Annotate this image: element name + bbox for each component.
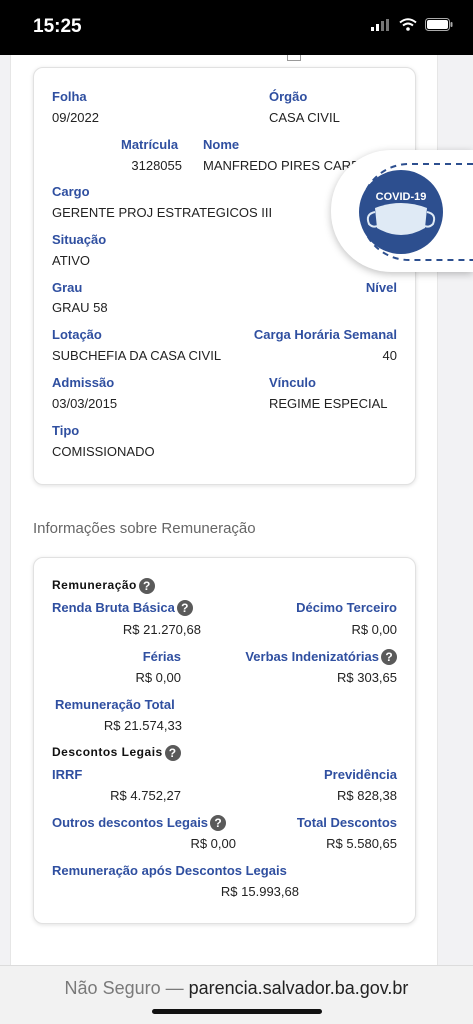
help-icon[interactable]: ? [138, 578, 155, 594]
total-descontos-value: R$ 5.580,65 [326, 836, 397, 851]
cargo-value: GERENTE PROJ ESTRATEGICOS III [52, 205, 273, 220]
matricula-value: 3128055 [131, 158, 182, 173]
outros-descontos-value: R$ 0,00 [190, 836, 236, 851]
verbas-label: Verbas Indenizatórias? [245, 649, 397, 665]
covid-badge-label: COVID-19 [376, 191, 427, 203]
situacao-label: Situação [52, 232, 107, 247]
remuneracao-section-title: Remuneração? [52, 578, 155, 594]
carga-label: Carga Horária Semanal [253, 327, 397, 342]
help-icon[interactable]: ? [176, 600, 193, 616]
scroll-indicator-icon [287, 55, 301, 61]
remuneracao-total-value: R$ 21.574,33 [103, 718, 182, 733]
folha-value: 09/2022 [52, 110, 99, 125]
tipo-value: COMISSIONADO [52, 444, 155, 459]
nome-label: Nome [203, 137, 240, 152]
situacao-value: ATIVO [52, 253, 91, 268]
previdencia-value: R$ 828,38 [337, 788, 397, 803]
covid-mask-icon: COVID-19 [359, 163, 473, 261]
employee-info-card: Folha 09/2022 Órgão CASA CIVIL Matrícula… [33, 67, 416, 485]
verbas-value: R$ 303,65 [337, 670, 397, 685]
orgao-label: Órgão [269, 89, 308, 104]
grau-label: Grau [52, 280, 83, 295]
outros-descontos-label: Outros descontos Legais? [52, 815, 227, 831]
descontos-section-title: Descontos Legais? [52, 745, 181, 761]
vinculo-value: REGIME ESPECIAL [269, 396, 388, 411]
admissao-label: Admissão [52, 375, 115, 390]
previdencia-label: Previdência [324, 767, 397, 782]
irrf-label: IRRF [52, 767, 83, 782]
renda-label: Renda Bruta Básica? [52, 600, 193, 616]
folha-label: Folha [52, 89, 87, 104]
home-indicator [152, 1009, 322, 1014]
status-icons [371, 18, 453, 31]
battery-icon [425, 18, 453, 31]
status-time: 15:25 [33, 16, 82, 37]
status-bar: 15:25 [0, 0, 473, 55]
ferias-label: Férias [142, 649, 181, 664]
cargo-label: Cargo [52, 184, 90, 199]
remuneracao-heading: Informações sobre Remuneração [33, 520, 256, 537]
remuneracao-total-label: Remuneração Total [55, 697, 175, 712]
carga-value: 40 [382, 348, 397, 363]
vinculo-label: Vínculo [269, 375, 316, 390]
lotacao-value: SUBCHEFIA DA CASA CIVIL [52, 348, 222, 363]
orgao-value: CASA CIVIL [269, 110, 340, 125]
total-descontos-label: Total Descontos [296, 815, 397, 830]
matricula-label: Matrícula [121, 137, 179, 152]
admissao-value: 03/03/2015 [52, 396, 118, 411]
url-text: parencia.salvador.ba.gov.br [188, 978, 409, 998]
grau-value: GRAU 58 [52, 300, 108, 315]
decimo-value: R$ 0,00 [351, 622, 397, 637]
help-icon[interactable]: ? [164, 745, 181, 761]
wifi-icon [399, 18, 417, 31]
remuneracao-apos-value: R$ 15.993,68 [220, 884, 299, 899]
remuneracao-card: Remuneração? Renda Bruta Básica? R$ 21.2… [33, 557, 416, 924]
ferias-value: R$ 0,00 [135, 670, 181, 685]
tipo-label: Tipo [52, 423, 80, 438]
help-icon[interactable]: ? [210, 815, 227, 831]
decimo-label: Décimo Terceiro [296, 600, 397, 615]
renda-value: R$ 21.270,68 [122, 622, 201, 637]
security-warning: Não Seguro — [64, 978, 189, 998]
help-icon[interactable]: ? [381, 649, 397, 665]
covid-19-button[interactable]: COVID-19 [331, 150, 473, 272]
irrf-value: R$ 4.752,27 [110, 788, 181, 803]
lotacao-label: Lotação [52, 327, 102, 342]
address-bar[interactable]: Não Seguro — parencia.salvador.ba.gov.br [0, 965, 473, 1024]
remuneracao-apos-label: Remuneração após Descontos Legais [52, 863, 287, 878]
nivel-label: Nível [365, 280, 397, 295]
signal-icon [371, 18, 389, 31]
address-text[interactable]: Não Seguro — parencia.salvador.ba.gov.br [0, 978, 473, 999]
